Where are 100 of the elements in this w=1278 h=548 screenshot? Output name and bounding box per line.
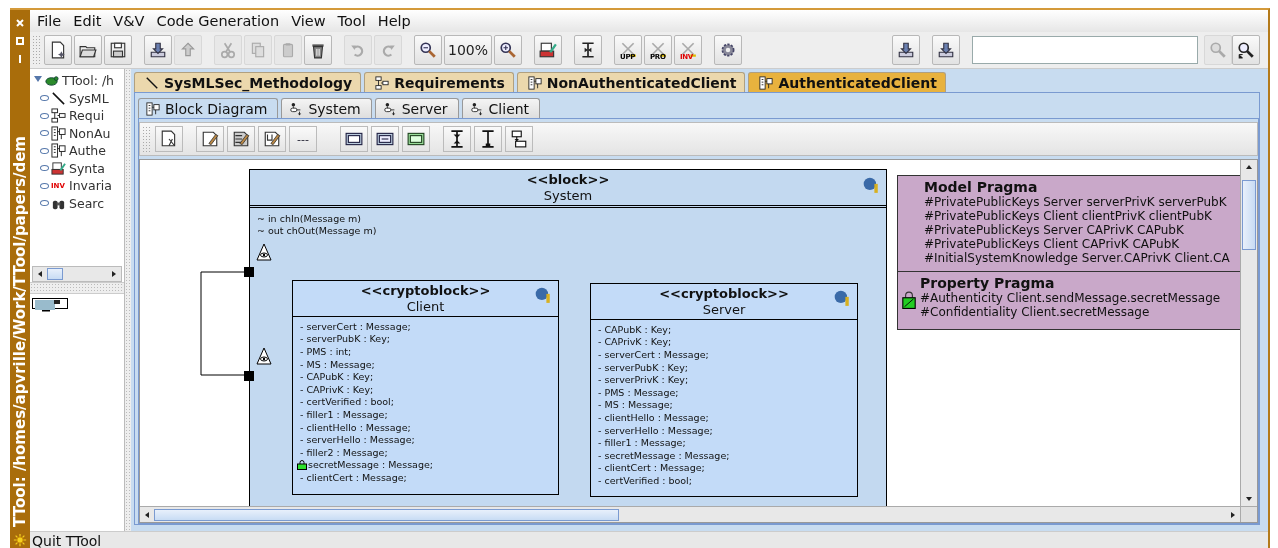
document-cursor-button[interactable] — [155, 126, 183, 152]
port-connector-button[interactable] — [505, 126, 533, 152]
menu-item[interactable]: View — [285, 13, 332, 29]
crypto-block[interactable] — [292, 280, 559, 495]
tree-item[interactable]: Searc — [69, 195, 105, 211]
pragma-note-pencil-button[interactable] — [258, 126, 286, 152]
attribute-text: - PMS : int; — [300, 346, 352, 357]
attribute-text: - serverPubK : Key; — [300, 333, 391, 345]
connector-button[interactable] — [443, 126, 471, 152]
maximize-icon[interactable] — [15, 36, 25, 46]
scroll-thumb[interactable] — [47, 268, 63, 280]
tree-item[interactable]: NonAu — [69, 125, 111, 141]
attribute-text: - CAPubK : Key; — [300, 371, 374, 383]
settings-button[interactable] — [714, 35, 742, 65]
attribute-text: - MS : Message; — [598, 399, 673, 411]
subdiagram-tab[interactable]: System — [281, 98, 372, 118]
block-name: System — [543, 188, 593, 204]
scroll-left-icon[interactable] — [36, 270, 44, 278]
zoom-in-button[interactable] — [494, 35, 522, 65]
menu-item[interactable]: Tool — [331, 13, 372, 29]
tree-item[interactable]: SysML — [69, 90, 109, 106]
port-signature: ~ out chOut(Message m) — [257, 225, 378, 237]
menu-item[interactable]: Help — [371, 13, 417, 29]
attribute-text: - serverCert : Message; — [598, 349, 709, 360]
block-name: Client — [406, 299, 445, 315]
status-text[interactable]: Quit TTool — [32, 533, 102, 548]
toolbar-grip[interactable] — [142, 126, 150, 152]
attribute-text: - serverPrivK : Key; — [598, 374, 689, 386]
scrollbar-corner — [1240, 506, 1257, 522]
ball-icon — [862, 176, 880, 194]
splitter-handle[interactable] — [30, 282, 124, 294]
close-icon[interactable] — [15, 18, 25, 28]
horizontal-scrollbar[interactable] — [32, 266, 122, 282]
lined-note-pencil-icon — [232, 130, 250, 148]
attribute-text: secretMessage : Message; — [308, 459, 433, 471]
slash-icon — [145, 75, 159, 90]
block-name: Server — [702, 302, 746, 318]
download-tray-icon — [149, 41, 167, 59]
floppy-disk-button[interactable] — [104, 35, 132, 65]
scroll-left-icon[interactable] — [143, 510, 151, 519]
scroll-thumb[interactable] — [1242, 180, 1256, 250]
tree-item[interactable]: Synta — [69, 160, 105, 176]
tree-item[interactable]: Invaria — [69, 178, 112, 194]
link-button[interactable]: --- — [289, 126, 317, 152]
printer-pencil-icon — [51, 160, 66, 176]
tree-item[interactable]: Requi — [69, 108, 105, 124]
scroll-down-icon[interactable] — [1245, 495, 1253, 503]
lined-note-pencil-button[interactable] — [227, 126, 255, 152]
scroll-up-icon[interactable] — [1245, 163, 1253, 171]
pragma-note[interactable] — [897, 175, 1240, 330]
composition-button[interactable] — [474, 126, 502, 152]
eye-triangle-icon — [256, 243, 272, 261]
folder-button[interactable] — [74, 35, 102, 65]
block-diagram-icon — [759, 75, 774, 90]
state-machine-icon — [382, 101, 397, 116]
crypto-block[interactable] — [590, 283, 858, 497]
subdiagram-tab[interactable]: Block Diagram — [138, 98, 279, 118]
i-beam-button[interactable] — [574, 35, 602, 65]
menu-item[interactable]: File — [31, 13, 68, 29]
subdiagram-tab[interactable]: Client — [461, 98, 541, 118]
scroll-right-icon[interactable] — [110, 270, 118, 278]
scroll-thumb[interactable] — [154, 508, 619, 521]
new-document-button[interactable] — [44, 35, 72, 65]
diagram-tab[interactable]: NonAuthenticatedClient — [516, 72, 746, 92]
search-field[interactable] — [972, 36, 1198, 64]
download-tray-button[interactable] — [932, 35, 960, 65]
zoom-level-button[interactable]: 100% — [444, 35, 492, 65]
search-button[interactable] — [1232, 35, 1260, 65]
zoom-out-button[interactable] — [414, 35, 442, 65]
vertical-scrollbar[interactable] — [1240, 160, 1257, 506]
sun-icon — [13, 533, 27, 547]
horizontal-scrollbar[interactable] — [140, 506, 1240, 522]
subdiagram-tab[interactable]: Server — [374, 98, 459, 118]
attribute-text: - filler1 : Message; — [598, 437, 686, 449]
menu-item[interactable]: V&V — [107, 13, 151, 29]
diagram-tab[interactable]: SysMLSec_Methodology — [134, 72, 362, 92]
diagram-tab[interactable]: AuthenticatedClient — [748, 72, 946, 92]
download-tray-button[interactable] — [892, 35, 920, 65]
data-type-button[interactable] — [402, 126, 430, 152]
note-pencil-button[interactable] — [196, 126, 224, 152]
diagram-tab[interactable]: Requirements — [364, 72, 514, 92]
toolbar-grip[interactable] — [32, 35, 40, 65]
printer-pencil-icon — [539, 41, 557, 59]
state-machine-icon — [289, 101, 304, 116]
tree-item[interactable]: Authe — [69, 143, 106, 159]
download-tray-button[interactable] — [144, 35, 172, 65]
composition-icon — [479, 130, 497, 148]
printer-pencil-button[interactable] — [534, 35, 562, 65]
menu-item[interactable]: Code Generation — [150, 13, 286, 29]
attribute-text: - clientCert : Message; — [598, 462, 705, 474]
block-button[interactable] — [340, 126, 368, 152]
attribute-text: - serverPubK : Key; — [598, 361, 689, 373]
menu-item[interactable]: Edit — [67, 13, 108, 29]
crypto-block-button[interactable] — [371, 126, 399, 152]
tree-item[interactable]: TTool: /h — [62, 73, 114, 89]
block-diagram-icon — [51, 125, 66, 141]
requirements-diagram-icon — [375, 75, 390, 90]
trash-button[interactable] — [304, 35, 332, 65]
scroll-right-icon[interactable] — [1229, 510, 1237, 519]
diagram-thumbnail-drawing[interactable] — [32, 298, 68, 312]
